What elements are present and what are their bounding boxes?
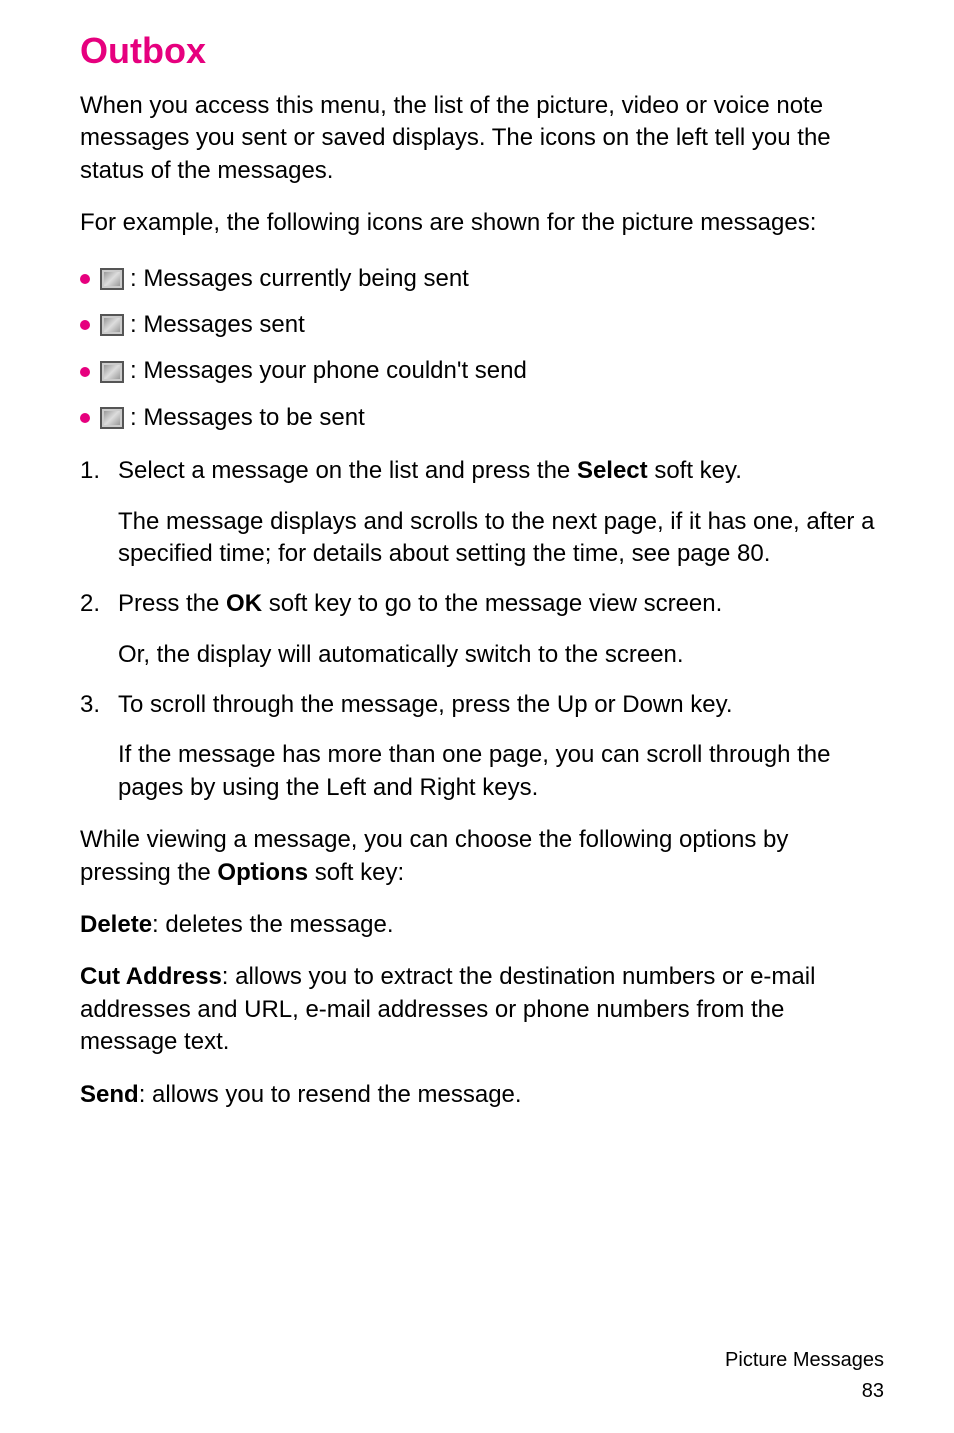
send-text: : allows you to resend the message. xyxy=(139,1081,522,1108)
bullet-text: : Messages to be sent xyxy=(130,399,365,437)
step-2: Press the OK soft key to go to the messa… xyxy=(80,588,884,671)
send-label: Send xyxy=(80,1081,139,1108)
step-para: The message displays and scrolls to the … xyxy=(118,506,884,571)
step-text: soft key to go to the message view scree… xyxy=(262,590,722,617)
cut-address-option: Cut Address: allows you to extract the d… xyxy=(80,961,884,1058)
list-item: : Messages currently being sent xyxy=(80,260,884,298)
bullet-text: : Messages your phone couldn't send xyxy=(130,352,527,390)
options-intro: While viewing a message, you can choose … xyxy=(80,824,884,889)
step-text: Select a message on the list and press t… xyxy=(118,457,577,484)
step-text: Press the xyxy=(118,590,226,617)
step-para: If the message has more than one page, y… xyxy=(118,739,884,804)
cut-address-label: Cut Address xyxy=(80,963,222,990)
steps-list: Select a message on the list and press t… xyxy=(80,455,884,804)
section-heading: Outbox xyxy=(80,30,884,72)
bullet-icon xyxy=(80,367,90,377)
options-key-label: Options xyxy=(217,859,308,886)
message-sent-icon xyxy=(100,314,124,336)
delete-label: Delete xyxy=(80,911,152,938)
options-text: While viewing a message, you can choose … xyxy=(80,826,788,885)
ok-key-label: OK xyxy=(226,590,262,617)
intro-paragraph-1: When you access this menu, the list of t… xyxy=(80,90,884,187)
intro-paragraph-2: For example, the following icons are sho… xyxy=(80,207,884,239)
message-pending-icon xyxy=(100,407,124,429)
list-item: : Messages sent xyxy=(80,306,884,344)
message-sending-icon xyxy=(100,268,124,290)
options-text: soft key: xyxy=(308,859,404,886)
message-failed-icon xyxy=(100,361,124,383)
send-option: Send: allows you to resend the message. xyxy=(80,1079,884,1111)
step-para: Or, the display will automatically switc… xyxy=(118,639,884,671)
step-text: To scroll through the message, press the… xyxy=(118,691,733,718)
bullet-icon xyxy=(80,320,90,330)
icon-bullet-list: : Messages currently being sent : Messag… xyxy=(80,260,884,438)
delete-option: Delete: deletes the message. xyxy=(80,909,884,941)
step-3: To scroll through the message, press the… xyxy=(80,689,884,804)
list-item: : Messages your phone couldn't send xyxy=(80,352,884,390)
step-1: Select a message on the list and press t… xyxy=(80,455,884,570)
bullet-text: : Messages sent xyxy=(130,306,305,344)
page-footer: Picture Messages 83 xyxy=(725,1349,884,1403)
list-item: : Messages to be sent xyxy=(80,399,884,437)
footer-section-label: Picture Messages xyxy=(725,1349,884,1372)
bullet-text: : Messages currently being sent xyxy=(130,260,469,298)
bullet-icon xyxy=(80,413,90,423)
bullet-icon xyxy=(80,274,90,284)
select-key-label: Select xyxy=(577,457,648,484)
page-number: 83 xyxy=(725,1380,884,1403)
step-text: soft key. xyxy=(648,457,742,484)
delete-text: : deletes the message. xyxy=(152,911,393,938)
